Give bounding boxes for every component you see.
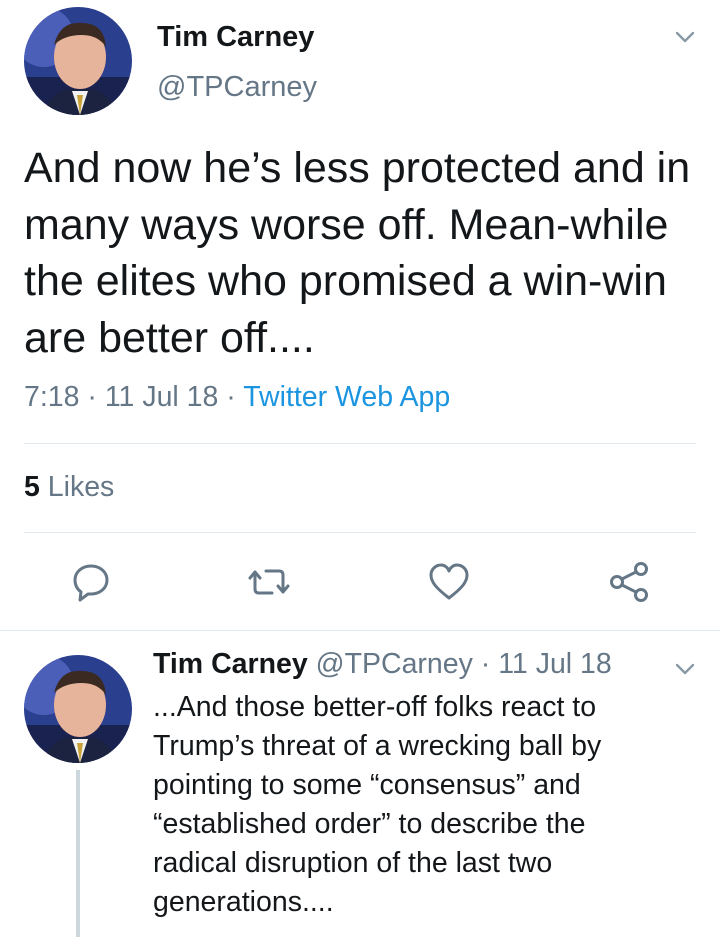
reply-text-line: generations....: [153, 886, 334, 918]
meta-separator: ·: [79, 381, 105, 413]
tweet-meta: 7:18 · 11 Jul 18 · Twitter Web App: [24, 381, 450, 414]
like-icon[interactable]: [426, 559, 472, 605]
reply-author-handle[interactable]: @TPCarney: [316, 648, 473, 680]
author-handle[interactable]: @TPCarney: [157, 71, 317, 104]
reply-icon[interactable]: [68, 559, 114, 605]
retweet-icon[interactable]: [246, 559, 292, 605]
likes-label: Likes: [39, 471, 115, 503]
reply-header: Tim Carney @TPCarney · 11 Jul 18: [153, 648, 612, 681]
divider: [24, 532, 696, 533]
divider: [24, 443, 696, 444]
tweet-text: And now he’s less protected and in many …: [24, 144, 691, 362]
tweet-source-link[interactable]: Twitter Web App: [243, 381, 450, 413]
reply-author-avatar[interactable]: [24, 655, 132, 763]
reply-text-line: ...And those better-off folks react to: [153, 691, 597, 723]
reply-text-line: radical disruption of the last two: [153, 847, 553, 879]
likes-count: 5: [24, 471, 40, 503]
reply-text-line: Trump’s threat of a wrecking ball by: [153, 730, 602, 762]
tweet-time: 7:18: [24, 381, 80, 413]
likes-stat[interactable]: 5 Likes: [24, 471, 114, 504]
tweet-date: 11 Jul 18: [104, 381, 219, 413]
section-divider: [0, 630, 720, 631]
chevron-down-icon[interactable]: [672, 656, 698, 682]
reply-text-line: “established order” to describe the: [153, 808, 586, 840]
author-name[interactable]: Tim Carney: [157, 21, 314, 54]
author-avatar[interactable]: [24, 7, 132, 115]
thread-connector: [76, 770, 80, 937]
reply-author-name[interactable]: Tim Carney: [153, 648, 308, 680]
reply-text-line: pointing to some “consensus” and: [153, 769, 581, 801]
share-icon[interactable]: [606, 559, 652, 605]
reply-text: ...And those better-off folks react to T…: [153, 688, 673, 922]
chevron-down-icon[interactable]: [672, 24, 698, 50]
meta-separator: ·: [218, 381, 244, 413]
reply-date[interactable]: · 11 Jul 18: [473, 648, 612, 680]
